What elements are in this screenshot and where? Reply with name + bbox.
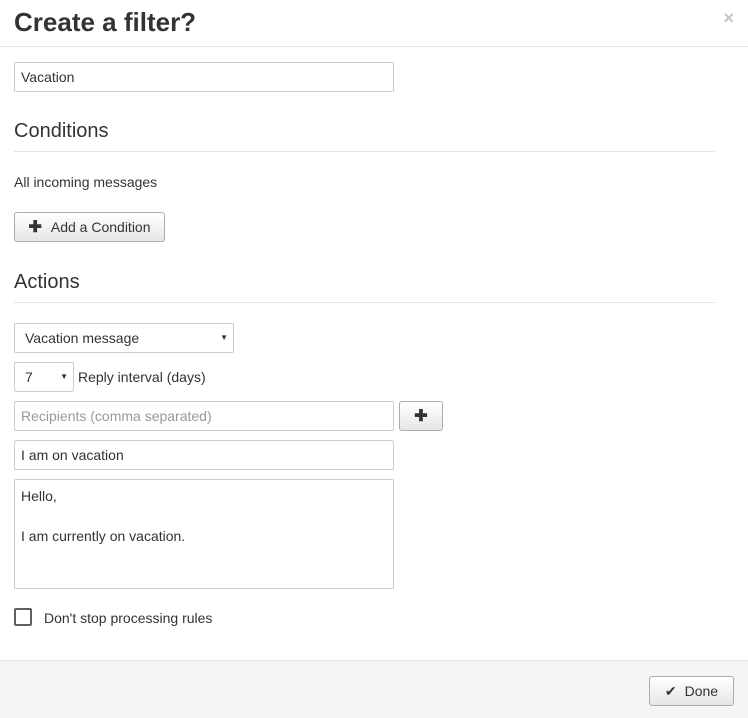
reply-interval-label: Reply interval (days) (78, 369, 206, 385)
check-icon: ✔ (664, 682, 677, 699)
dropdown-arrow-icon: ▼ (60, 372, 68, 381)
conditions-summary: All incoming messages (14, 174, 158, 190)
actions-divider (14, 302, 715, 303)
action-type-select[interactable]: Vacation message ▼ (14, 323, 234, 353)
plus-icon: ✚ (414, 408, 428, 425)
actions-heading: Actions (14, 271, 80, 293)
dropdown-arrow-icon: ▼ (220, 333, 228, 342)
modal-title: Create a filter? (14, 7, 197, 37)
close-icon[interactable]: × (723, 9, 734, 27)
subject-input[interactable] (14, 440, 394, 470)
conditions-divider (14, 151, 715, 152)
plus-icon: ✚ (28, 219, 42, 236)
add-recipient-button[interactable]: ✚ (399, 401, 443, 431)
action-type-value: Vacation message (25, 330, 140, 346)
message-body-line (21, 506, 387, 526)
message-body-line: I am currently on vacation. (21, 528, 186, 544)
modal-header: Create a filter? × (0, 0, 748, 47)
dont-stop-processing-checkbox[interactable] (14, 608, 32, 626)
reply-interval-select[interactable]: 7 ▼ (14, 362, 74, 392)
done-label: Done (684, 683, 719, 699)
reply-interval-value: 7 (25, 369, 33, 385)
message-body-line: Hello, (21, 488, 57, 504)
message-body-textarea[interactable]: Hello, I am currently on vacation. (14, 479, 394, 589)
add-condition-label: Add a Condition (50, 219, 151, 235)
dont-stop-processing-label: Don't stop processing rules (44, 610, 213, 626)
conditions-heading: Conditions (14, 120, 109, 142)
add-condition-button[interactable]: ✚ Add a Condition (14, 212, 165, 242)
filter-name-input[interactable] (14, 62, 394, 92)
recipients-input[interactable] (14, 401, 394, 431)
done-button[interactable]: ✔ Done (649, 676, 734, 706)
modal-footer: ✔ Done (0, 660, 748, 718)
